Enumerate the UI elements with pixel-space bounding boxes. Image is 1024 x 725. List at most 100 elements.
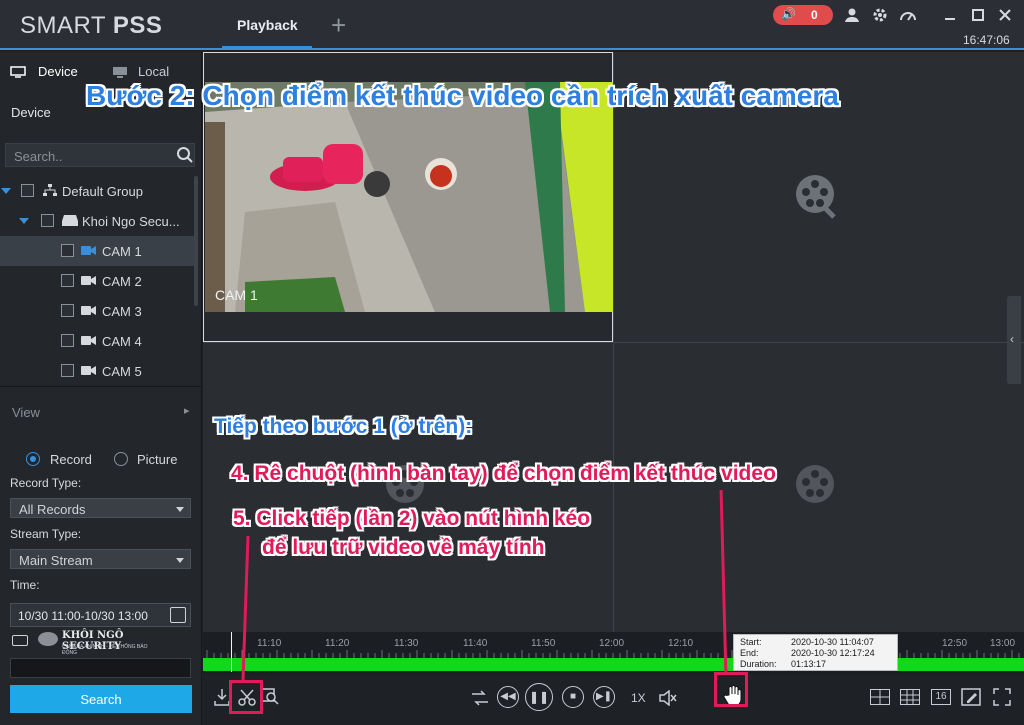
tree-item-label: CAM 2 [102,274,142,289]
tree-item-label: Default Group [62,184,143,199]
camera-feed-image: CAM 1 [205,82,613,312]
search-icon[interactable] [176,146,194,164]
brand-emblem-icon [38,632,58,646]
dropdown-caret-icon [176,558,184,563]
collapse-panel-handle[interactable]: ‹ [1007,296,1021,384]
end-label: End: [740,648,759,658]
tree-item-label: CAM 4 [102,334,142,349]
timeline-start-cursor[interactable] [231,632,232,672]
speaker-icon: 🔊 [781,7,796,21]
brand-watermark-logo: KHÔI NGÔ SECURITY CAMERA AN NINH - HỆ TH… [38,630,158,656]
time-range-field[interactable]: 10/30 11:00-10/30 13:00 [10,603,191,627]
alarm-count: 0 [811,8,818,22]
calendar-icon[interactable] [170,607,186,623]
next-frame-icon[interactable]: ▶❚ [593,686,615,708]
tree-item-cam-5[interactable]: CAM 5 [0,356,196,386]
checkbox[interactable] [61,334,74,347]
fullscreen-icon[interactable] [993,688,1011,706]
timeline-label: 11:20 [325,638,350,649]
picture-radio-label: Picture [137,452,178,467]
app-logo: SMART PSS [20,12,162,40]
picture-radio[interactable] [114,452,128,466]
expand-arrow-icon[interactable] [19,218,29,224]
record-type-select[interactable]: All Records [10,498,191,518]
tab-playback[interactable]: Playback [237,17,298,33]
dropdown-caret-icon [176,507,184,512]
alarm-badge[interactable]: 🔊 0 [773,5,833,25]
tree-item-label: CAM 3 [102,304,142,319]
timeline-label: 11:50 [531,638,556,649]
stop-icon[interactable]: ■ [562,686,584,708]
timeline-label: 12:00 [599,638,625,649]
minimize-icon[interactable] [941,6,959,24]
playback-timeline[interactable]: 11:10 11:20 11:30 11:40 11:50 12:00 12:1… [203,632,1024,674]
edit-icon[interactable] [961,688,981,706]
tree-item-cam-2[interactable]: CAM 2 [0,266,196,296]
tree-item-label: CAM 5 [102,364,142,379]
checkbox[interactable] [41,214,54,227]
checkbox[interactable] [61,364,74,377]
add-tab-button[interactable]: + [331,10,346,41]
tab-device-label: Device [38,64,78,79]
record-bar[interactable] [203,658,1024,671]
tutorial-step-4: 4. Rê chuột (hình bàn tay) để chọn điểm … [231,462,776,485]
mute-icon[interactable] [659,690,677,706]
camera-icon [81,366,96,375]
timeline-label: 11:40 [463,638,488,649]
checkbox[interactable] [61,304,74,317]
tree-item-label: CAM 1 [102,244,142,259]
sync-play-icon[interactable] [471,690,489,706]
tree-item-default-group[interactable]: Default Group [0,176,196,206]
view-section[interactable]: View ▸ [0,386,202,434]
timeline-label: 13:00 [990,638,1016,649]
speed-label[interactable]: 1X [631,691,646,705]
start-label: Start: [740,637,762,647]
expand-arrow-icon[interactable] [1,188,11,194]
maximize-icon[interactable] [969,6,987,24]
tree-item-cam-4[interactable]: CAM 4 [0,326,196,356]
gauge-icon[interactable] [899,6,917,24]
tree-scrollbar[interactable] [194,176,198,306]
view-section-label: View [12,405,40,420]
blank-input-field[interactable] [10,658,191,678]
pause-icon[interactable]: ❚❚ [525,683,553,711]
layout-9-icon[interactable] [900,689,920,705]
stream-type-select[interactable]: Main Stream [10,549,191,569]
tree-item-cam-1[interactable]: CAM 1 [0,236,196,266]
camera-icon [81,246,96,255]
scissors-highlight-box [229,680,263,714]
checkbox[interactable] [21,184,34,197]
device-section-label: Device [11,105,51,120]
film-reel-search-icon [796,175,836,219]
time-label: Time: [10,578,40,592]
layout-16-icon[interactable]: 16 [931,689,951,705]
rewind-icon[interactable]: ◀◀ [497,686,519,708]
device-tree: Default Group Khoi Ngo Secu... CAM 1 CAM… [0,176,196,386]
layout-4-icon[interactable] [870,689,890,705]
search-button[interactable]: Search [10,685,192,713]
user-icon[interactable] [843,6,861,24]
device-icon [10,66,26,78]
tree-item-cam-3[interactable]: CAM 3 [0,296,196,326]
timeline-label: 11:30 [394,638,419,649]
download-icon[interactable] [214,688,230,706]
timeline-label: 12:50 [942,638,968,649]
gear-icon[interactable] [871,6,889,24]
camera-icon [81,276,96,285]
search-input[interactable] [14,147,164,165]
duration-label: Duration: [740,659,777,669]
card-icon[interactable] [12,635,28,646]
close-icon[interactable] [996,6,1014,24]
record-radio[interactable] [26,452,40,466]
camera-icon [81,306,96,315]
tree-item-device[interactable]: Khoi Ngo Secu... [0,206,196,236]
start-value: 2020-10-30 11:04:07 [791,637,874,647]
tab-active-indicator [222,46,312,49]
logo-text-bold: PSS [112,12,163,39]
checkbox[interactable] [61,244,74,257]
stream-type-label: Stream Type: [10,527,82,541]
checkbox[interactable] [61,274,74,287]
search-record-icon[interactable] [261,687,279,705]
timeline-label: 12:10 [668,638,694,649]
record-radio-label: Record [50,452,92,467]
